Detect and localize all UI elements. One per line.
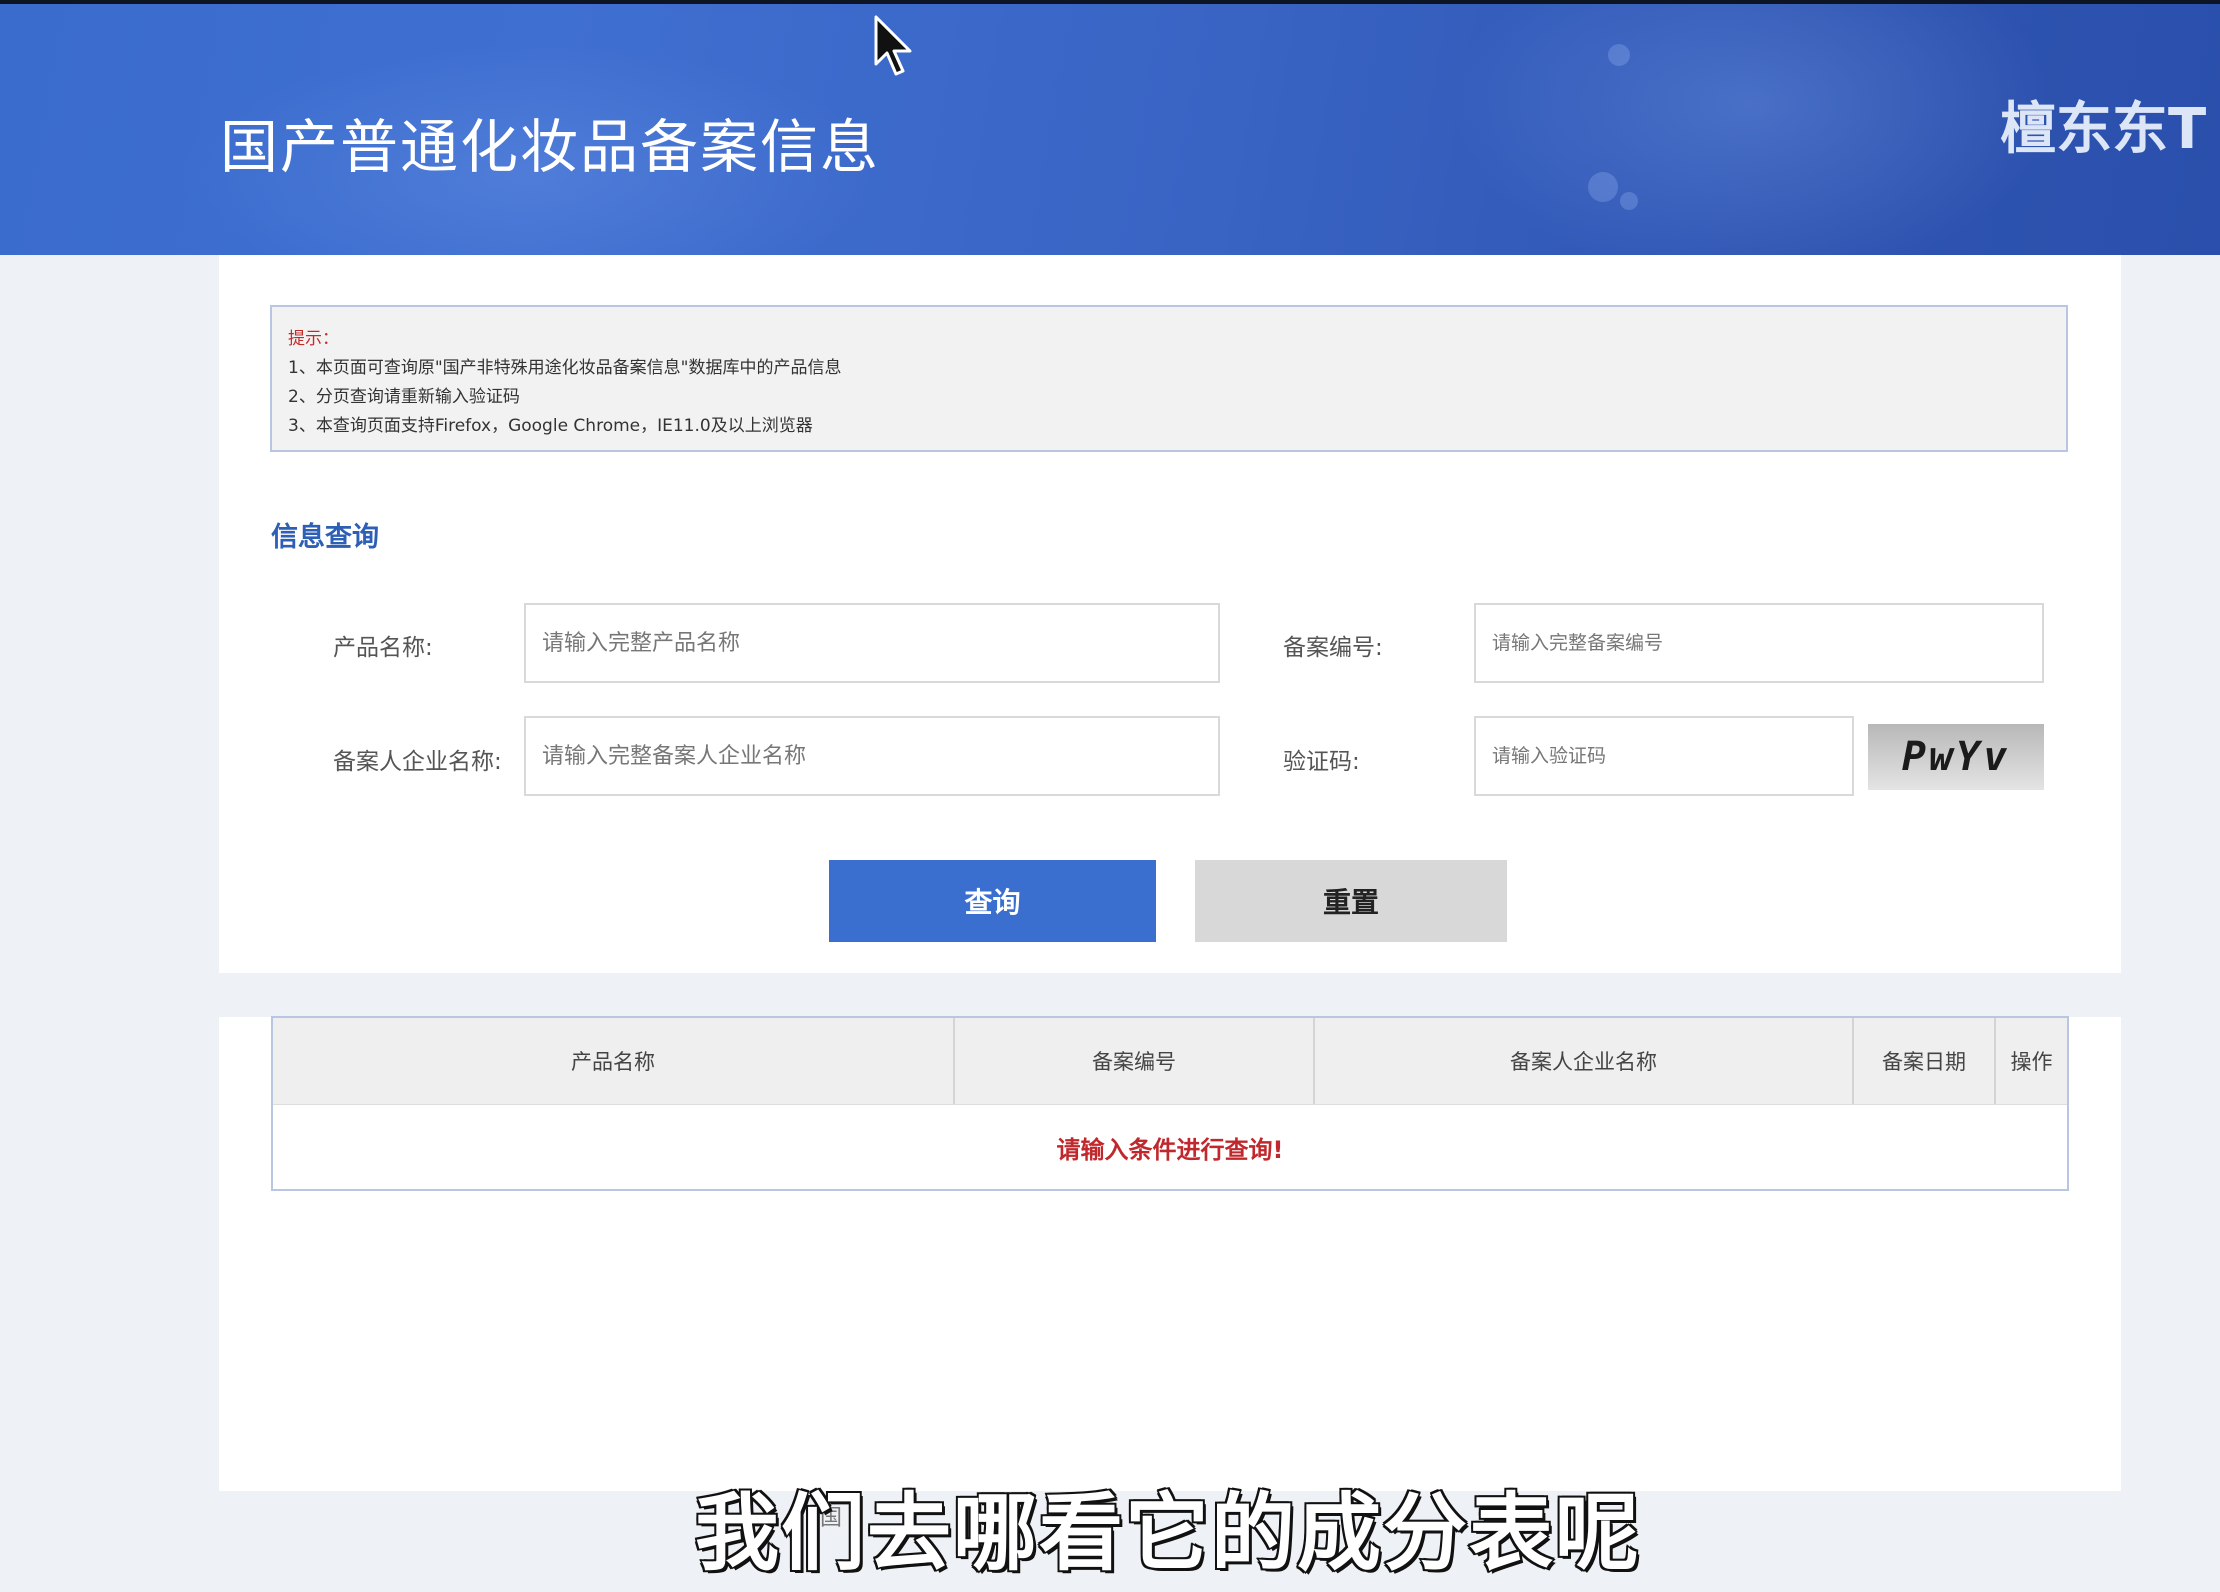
company-name-input[interactable] [524,716,1220,796]
product-name-input[interactable] [524,603,1220,683]
video-subtitle: 我们去哪看它的成分表呢 [693,1483,1641,1584]
company-name-label: 备案人企业名称: [333,749,502,775]
reset-button[interactable]: 重置 [1195,860,1507,942]
column-header-product-name: 产品名称 [273,1018,955,1104]
column-header-action: 操作 [2010,1050,2053,1074]
mouse-cursor-icon [874,15,912,76]
column-header-record-date: 备案日期 [1854,1018,1996,1104]
site-header: 国产普通化妆品备案信息 檀东东T [0,4,2220,255]
header-decor-dot [1608,44,1630,66]
captcha-label: 验证码: [1283,749,1360,775]
notice-line: 3、本查询页面支持Firefox，Google Chrome，IE11.0及以上… [288,416,813,436]
notice-box: 提示： 1、本页面可查询原"国产非特殊用途化妆品备案信息"数据库中的产品信息 2… [270,305,2068,452]
header-user-name: 檀东东T [2000,97,2207,162]
record-number-input[interactable] [1474,603,2044,683]
record-number-label: 备案编号: [1283,635,1383,661]
header-glow [1450,4,2050,255]
notice-label: 提示： [288,329,339,349]
results-table: 产品名称 备案编号 备案人企业名称 备案日期 操作 请输入条件进行查询! [271,1016,2069,1191]
column-header-record-number: 备案编号 [955,1018,1315,1104]
query-button[interactable]: 查询 [829,860,1156,942]
section-title: 信息查询 [271,522,379,553]
captcha-input[interactable] [1474,716,1854,796]
header-decor-dot [1620,192,1638,210]
captcha-image[interactable]: PwYv [1868,724,2044,790]
page-title: 国产普通化妆品备案信息 [220,113,881,181]
notice-line: 2、分页查询请重新输入验证码 [288,387,520,407]
header-decor-dot [1588,172,1618,202]
notice-line: 1、本页面可查询原"国产非特殊用途化妆品备案信息"数据库中的产品信息 [288,358,842,378]
column-header-company: 备案人企业名称 [1315,1018,1854,1104]
product-name-label: 产品名称: [333,635,433,661]
table-header: 产品名称 备案编号 备案人企业名称 备案日期 操作 [273,1018,2067,1105]
empty-results-message: 请输入条件进行查询! [1056,1136,1284,1164]
